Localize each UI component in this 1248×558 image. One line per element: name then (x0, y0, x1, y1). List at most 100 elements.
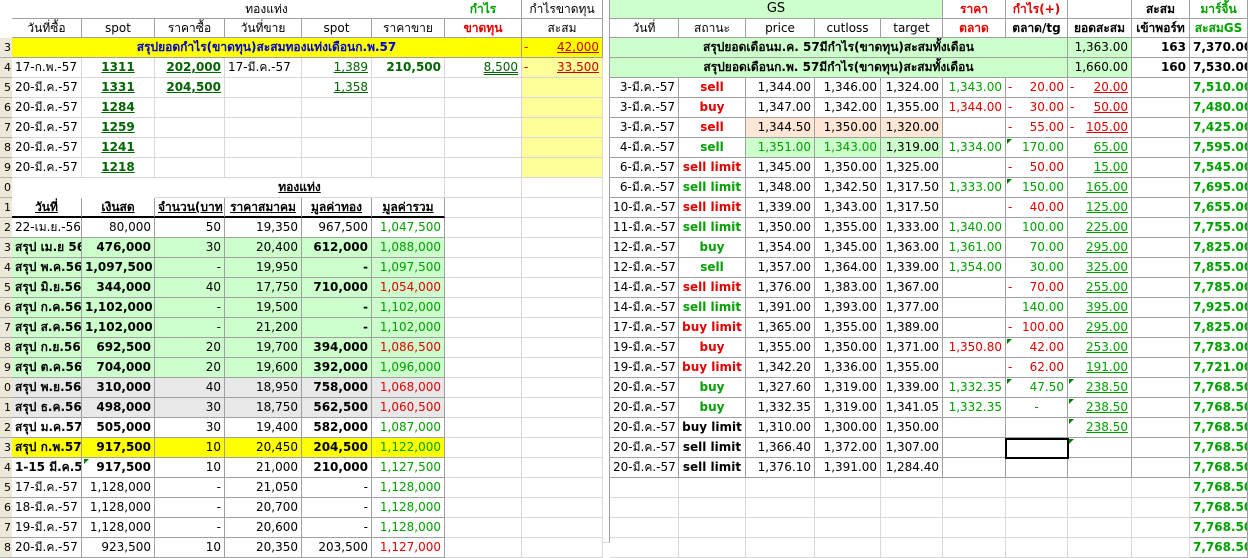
row-number[interactable]: 8 (0, 138, 12, 158)
summary-gold-value[interactable]: - (302, 518, 372, 538)
empty-cell[interactable] (815, 498, 881, 518)
gs-price[interactable]: 1,327.60 (746, 378, 815, 398)
gs-accum-margin[interactable]: 7,768.50 (1190, 378, 1248, 398)
gs-status[interactable]: sell (679, 138, 746, 158)
empty-cell[interactable] (522, 218, 603, 238)
header-col_loss[interactable]: ขาดทุน (445, 19, 522, 38)
gs-total-accum[interactable]: -105.00 (1068, 118, 1132, 138)
row-number[interactable]: 3 (0, 38, 12, 58)
empty-cell[interactable] (522, 478, 603, 498)
empty-cell[interactable] (881, 518, 943, 538)
gs-cutloss[interactable]: 1,342.00 (815, 98, 881, 118)
gs-price[interactable]: 1,355.00 (746, 338, 815, 358)
trade-sell-date[interactable] (225, 138, 302, 158)
gs-cutloss[interactable]: 1,393.00 (815, 298, 881, 318)
gs-port[interactable] (1132, 98, 1190, 118)
empty-cell[interactable] (445, 498, 522, 518)
summary-qty[interactable]: - (155, 298, 225, 318)
summary-date[interactable]: 22-เม.ย.-56 (12, 218, 82, 238)
gs-total-accum[interactable]: 15.00 (1068, 158, 1132, 178)
summary-qty[interactable]: 50 (155, 218, 225, 238)
gs-market[interactable]: 1,361.00 (943, 238, 1006, 258)
gs-target[interactable]: 1,350.00 (881, 418, 943, 438)
row-number[interactable]: 5 (0, 278, 12, 298)
gs-total-accum[interactable]: 255.00 (1068, 278, 1132, 298)
gs-cutloss[interactable]: 1,346.00 (815, 78, 881, 98)
gs-status[interactable]: buy (679, 398, 746, 418)
gs-date[interactable]: 12-มี.ค.-57 (610, 258, 679, 278)
summary-gold-value[interactable]: - (302, 498, 372, 518)
summary-header-gold_value[interactable]: มูลค่าทอง (302, 198, 372, 218)
gs-accum-margin[interactable]: 7,768.50 (1190, 478, 1248, 498)
active-cell-selection[interactable] (1005, 438, 1069, 459)
empty-cell[interactable] (445, 358, 522, 378)
gs-total-accum[interactable]: 238.50 (1068, 378, 1132, 398)
gs-market-tg[interactable]: -70.00 (1006, 278, 1068, 298)
gs-header-price[interactable]: price (746, 19, 815, 38)
gs-header-date[interactable]: วันที่ (610, 19, 679, 38)
trade-accum[interactable] (522, 158, 603, 178)
gs-market-tg[interactable]: -55.00 (1006, 118, 1068, 138)
gs-cutloss[interactable]: 1,355.00 (815, 218, 881, 238)
gs-accum-margin[interactable]: 7,755.00 (1190, 218, 1248, 238)
summary-total[interactable]: 1,128,000 (372, 518, 445, 538)
trade-spot2[interactable] (302, 138, 372, 158)
summary-date[interactable]: สรุป มิ.ย.56 (12, 278, 82, 298)
trade-spot2[interactable] (302, 98, 372, 118)
gs-status[interactable]: sell limit (679, 198, 746, 218)
summary-gold-value[interactable]: - (302, 298, 372, 318)
row-number[interactable]: 0 (0, 378, 12, 398)
summary-date[interactable]: สรุป ต.ค.56 (12, 358, 82, 378)
gs-month-summary[interactable]: สรุปยอดเดือนก.พ. 57มีกำไร(ขาดทุน)สะสมทั้… (610, 58, 1068, 78)
gs-target[interactable]: 1,377.00 (881, 298, 943, 318)
empty-cell[interactable] (1132, 538, 1190, 558)
summary-gold-value[interactable]: 612,000 (302, 238, 372, 258)
empty-cell[interactable] (522, 298, 603, 318)
summary-total[interactable]: 1,102,000 (372, 318, 445, 338)
gs-total-accum[interactable]: 253.00 (1068, 338, 1132, 358)
gs-month-accum[interactable]: 1,363.00 (1068, 38, 1132, 58)
gs-port[interactable] (1132, 138, 1190, 158)
gs-header-port[interactable]: เข้าพอร์ท (1132, 19, 1190, 38)
gs-total-accum[interactable] (1068, 458, 1132, 478)
gs-date[interactable]: 6-มี.ค.-57 (610, 158, 679, 178)
empty-cell[interactable] (522, 418, 603, 438)
empty-cell[interactable] (610, 518, 679, 538)
summary-cash[interactable]: 1,128,000 (82, 478, 155, 498)
empty-cell[interactable] (445, 318, 522, 338)
empty-cell[interactable] (522, 238, 603, 258)
gs-market-tg[interactable]: 100.00 (1006, 218, 1068, 238)
gs-port[interactable] (1132, 178, 1190, 198)
empty-cell[interactable] (445, 198, 522, 218)
summary-cash[interactable]: 80,000 (82, 218, 155, 238)
gs-status[interactable]: sell limit (679, 298, 746, 318)
empty-cell[interactable] (522, 358, 603, 378)
empty-cell[interactable] (943, 498, 1006, 518)
gs-empty-top[interactable] (1068, 0, 1132, 19)
empty-cell[interactable] (679, 518, 746, 538)
gs-date[interactable]: 4-มี.ค.-57 (610, 138, 679, 158)
row-number[interactable]: 7 (0, 518, 12, 538)
empty-cell[interactable] (445, 478, 522, 498)
summary-total[interactable]: 1,087,000 (372, 418, 445, 438)
trade-buy-price[interactable] (155, 98, 225, 118)
summary-gold-value[interactable]: 967,500 (302, 218, 372, 238)
gs-port[interactable] (1132, 438, 1190, 458)
summary-qty[interactable]: 10 (155, 438, 225, 458)
gs-status[interactable]: buy limit (679, 358, 746, 378)
gs-date[interactable]: 20-มี.ค.-57 (610, 398, 679, 418)
row-number[interactable]: 4 (0, 58, 12, 78)
summary-total[interactable]: 1,122,000 (372, 438, 445, 458)
trade-sell-price[interactable] (372, 158, 445, 178)
summary-qty[interactable]: 30 (155, 238, 225, 258)
trade-accum[interactable] (522, 98, 603, 118)
gs-market-tg[interactable]: -30.00 (1006, 98, 1068, 118)
gs-accum-margin[interactable]: 7,425.00 (1190, 118, 1248, 138)
summary-qty[interactable]: 40 (155, 278, 225, 298)
gs-market[interactable]: 1,354.00 (943, 258, 1006, 278)
summary-price[interactable]: 21,000 (225, 458, 302, 478)
header-col_accum[interactable]: สะสม (522, 19, 603, 38)
gs-target[interactable]: 1,339.00 (881, 378, 943, 398)
row-number[interactable]: 7 (0, 118, 12, 138)
gs-market[interactable]: 1,344.00 (943, 98, 1006, 118)
